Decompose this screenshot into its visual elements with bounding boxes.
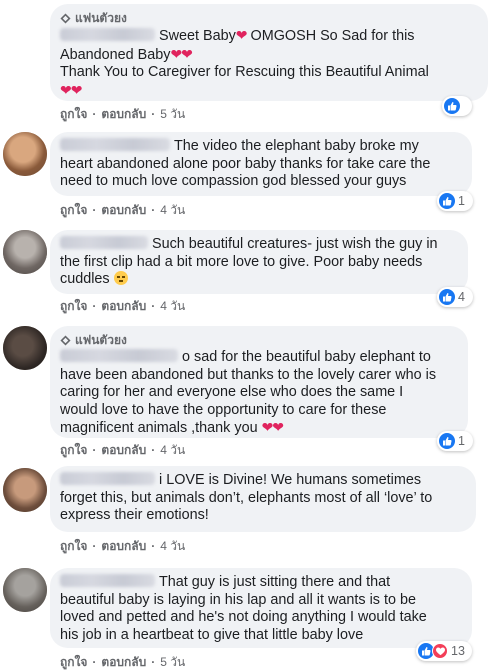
like-link[interactable]: ถูกใจ [60,202,87,218]
reaction-summary[interactable]: 4 [437,287,473,307]
comment-actions: ถูกใจ · ตอบกลับ · 5 วัน [60,654,186,670]
comment-bubble: That guy is just sitting there and that … [50,568,472,648]
reaction-summary[interactable]: 1 [437,191,473,211]
comment-text: That guy is just sitting there and that … [60,574,427,643]
author-name[interactable] [60,138,170,151]
top-fan-icon [60,334,71,346]
comment-actions: ถูกใจ · ตอบกลับ · 4 วัน [60,538,186,554]
reply-link[interactable]: ตอบกลับ [101,538,146,554]
avatar[interactable] [3,132,47,176]
avatar[interactable] [3,568,47,612]
like-link[interactable]: ถูกใจ [60,538,87,554]
comment-4: แฟนตัวยง o sad for the beautiful baby el… [0,324,500,460]
comment-time[interactable]: 5 วัน [160,106,185,122]
comment-bubble: The video the elephant baby broke my hea… [50,132,472,196]
comment-bubble: แฟนตัวยง o sad for the beautiful baby el… [50,326,468,438]
author-name[interactable] [60,349,178,362]
reply-link[interactable]: ตอบกลับ [101,298,146,314]
author-name[interactable] [60,28,155,41]
pensive-face-emoji [113,271,128,286]
comment-actions: ถูกใจ · ตอบกลับ · 4 วัน [60,298,186,314]
avatar[interactable] [3,326,47,370]
comment-time[interactable]: 4 วัน [160,538,185,554]
heart-emoji: ❤❤ [170,45,192,62]
comment-1: แฟนตัวยง Sweet Baby❤ OMGOSH So Sad for t… [0,0,500,125]
reply-link[interactable]: ตอบกลับ [101,442,146,458]
comment-actions: ถูกใจ · ตอบกลับ · 5 วัน [60,106,186,122]
heart-emoji: ❤❤ [60,81,82,98]
reaction-summary[interactable]: 13 [416,641,472,661]
reaction-summary[interactable] [442,96,472,116]
like-link[interactable]: ถูกใจ [60,298,87,314]
top-fan-badge: แฟนตัวยง [60,332,456,348]
top-fan-icon [60,12,71,24]
reply-link[interactable]: ตอบกลับ [101,202,146,218]
comment-text: i LOVE is Divine! We humans sometimes fo… [60,472,433,524]
comment-text: The video the elephant baby broke my hea… [60,138,431,190]
author-name[interactable] [60,236,148,249]
like-icon [439,433,455,449]
comment-text: Such beautiful creatures- just wish the … [60,236,438,288]
comment-2: The video the elephant baby broke my hea… [0,130,500,230]
love-icon [432,643,448,659]
heart-emoji: ❤ [235,27,248,43]
comment-bubble: i LOVE is Divine! We humans sometimes fo… [50,466,476,532]
reaction-summary[interactable]: 1 [437,431,473,451]
comment-time[interactable]: 4 วัน [160,298,185,314]
comment-time[interactable]: 4 วัน [160,202,185,218]
comment-text: Sweet Baby❤ OMGOSH So Sad for this Aband… [60,27,429,98]
heart-emoji: ❤❤ [261,419,284,436]
comment-actions: ถูกใจ · ตอบกลับ · 4 วัน [60,442,186,458]
comment-time[interactable]: 5 วัน [160,654,185,670]
comment-bubble: Such beautiful creatures- just wish the … [50,230,468,294]
author-name[interactable] [60,472,155,485]
avatar[interactable] [3,468,47,512]
reply-link[interactable]: ตอบกลับ [101,654,146,670]
like-link[interactable]: ถูกใจ [60,654,87,670]
like-icon [444,98,460,114]
top-fan-badge: แฟนตัวยง [60,10,476,26]
comment-actions: ถูกใจ · ตอบกลับ · 4 วัน [60,202,186,218]
comment-6: That guy is just sitting there and that … [0,566,500,672]
reply-link[interactable]: ตอบกลับ [101,106,146,122]
comment-bubble: แฟนตัวยง Sweet Baby❤ OMGOSH So Sad for t… [50,4,488,101]
comment-time[interactable]: 4 วัน [160,442,185,458]
avatar[interactable] [3,230,47,274]
like-link[interactable]: ถูกใจ [60,442,87,458]
comment-3: Such beautiful creatures- just wish the … [0,228,500,324]
like-link[interactable]: ถูกใจ [60,106,87,122]
like-icon [439,193,455,209]
like-icon [439,289,455,305]
comment-text: o sad for the beautiful baby elephant to… [60,349,437,437]
comment-5: i LOVE is Divine! We humans sometimes fo… [0,466,500,560]
author-name[interactable] [60,574,155,587]
